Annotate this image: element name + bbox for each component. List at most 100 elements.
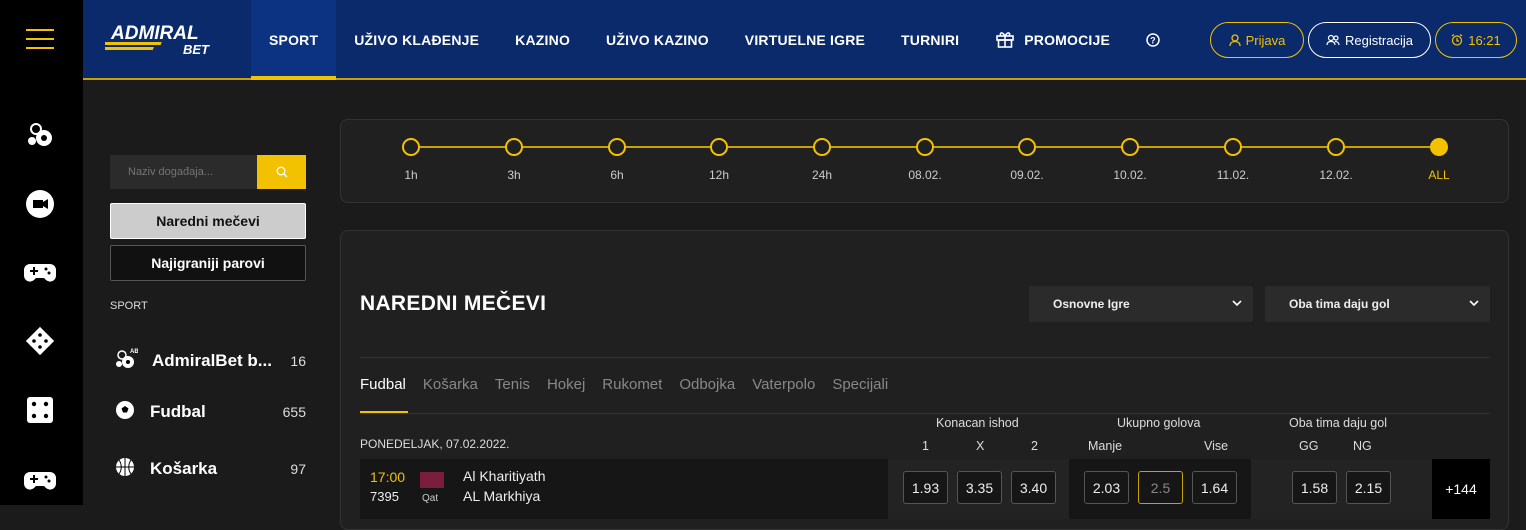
nav-promotions[interactable]: PROMOCIJE [977, 0, 1128, 80]
tab-tenis[interactable]: Tenis [495, 376, 530, 393]
tab-kosarka[interactable]: Košarka [423, 376, 478, 393]
timeline-node-all[interactable] [1430, 138, 1448, 156]
tab-fudbal[interactable]: Fudbal [360, 376, 406, 393]
odd-total-line: 2.5 [1138, 471, 1183, 504]
match-code: 7395 [370, 489, 399, 504]
timeline-node-1002[interactable] [1121, 138, 1139, 156]
match-time: 17:00 [370, 469, 406, 485]
sport-name: AdmiralBet b... [152, 351, 272, 370]
admiralbet-logo[interactable]: ADMIRAL BET [94, 22, 235, 58]
column-header: NG [1353, 439, 1372, 453]
sports-balls-icon[interactable] [22, 117, 58, 153]
timeline-node-3h[interactable] [505, 138, 523, 156]
login-button[interactable]: Prijava [1210, 22, 1304, 58]
timeline-node-12h[interactable] [710, 138, 728, 156]
nav-live-betting[interactable]: UŽIVO KLAĐENJE [336, 0, 497, 80]
timeline-node-24h[interactable] [813, 138, 831, 156]
nav-live-casino[interactable]: UŽIVO KAZINO [588, 0, 727, 80]
timeline-node-6h[interactable] [608, 138, 626, 156]
odd-ng[interactable]: 2.15 [1346, 471, 1391, 504]
basketball-icon [114, 456, 136, 483]
tab-vaterpolo[interactable]: Vaterpolo [752, 376, 815, 393]
timeline-label[interactable]: 3h [484, 168, 544, 182]
sport-count: 16 [290, 353, 306, 369]
tab-hokej[interactable]: Hokej [547, 376, 585, 393]
sport-count: 655 [282, 404, 306, 420]
register-label: Registracija [1345, 32, 1413, 48]
timeline-node-1202[interactable] [1327, 138, 1345, 156]
odds-group-bg [1251, 459, 1432, 519]
timeline-label-selected[interactable]: ALL [1409, 168, 1469, 182]
timeline-label[interactable]: 11.02. [1203, 168, 1263, 182]
timeline-label[interactable]: 10.02. [1100, 168, 1160, 182]
page-title: NAREDNI MEČEVI [360, 292, 547, 315]
help-icon[interactable]: ? [1128, 0, 1178, 80]
home-team: Al Kharitiyath [463, 468, 546, 484]
timeline-label[interactable]: 12h [689, 168, 749, 182]
qatar-flag-icon [420, 472, 444, 488]
divider [360, 357, 1490, 358]
nav-sport[interactable]: SPORT [251, 0, 337, 80]
nav-casino[interactable]: KAZINO [497, 0, 588, 80]
nav-promotions-label: PROMOCIJE [1024, 32, 1111, 48]
sport-item-kosarka[interactable]: Košarka 97 [114, 454, 310, 484]
tab-rukomet[interactable]: Rukomet [602, 376, 662, 393]
match-row[interactable]: 17:00 7395 Qat Al Kharitiyath AL Markhiy… [360, 459, 1490, 519]
odd-gg[interactable]: 1.58 [1292, 471, 1337, 504]
admiralbet-balls-icon: AB [114, 347, 139, 376]
sport-item-fudbal[interactable]: Fudbal 655 [114, 397, 310, 427]
odd-over[interactable]: 1.64 [1192, 471, 1237, 504]
svg-text:BET: BET [183, 42, 210, 57]
time-filter-timeline: 1h 3h 6h 12h 24h 08.02. 09.02. 10.02. 11… [340, 119, 1509, 203]
diamond-dice-icon[interactable] [22, 323, 58, 359]
timeline-node-1h[interactable] [402, 138, 420, 156]
nav-virtual-games[interactable]: VIRTUELNE IGRE [727, 0, 883, 80]
sport-item-admiralbet[interactable]: AB AdmiralBet b... 16 [114, 346, 310, 376]
sport-tabs: Fudbal Košarka Tenis Hokej Rukomet Odboj… [360, 376, 888, 393]
timeline-label[interactable]: 08.02. [895, 168, 955, 182]
timeline-node-1102[interactable] [1224, 138, 1242, 156]
timeline-node-0902[interactable] [1018, 138, 1036, 156]
upcoming-matches-panel: NAREDNI MEČEVI Osnovne Igre Oba tima daj… [340, 230, 1509, 530]
market-select-value: Osnovne Igre [1053, 297, 1130, 311]
live-camera-icon[interactable] [22, 186, 58, 222]
sport-name: Košarka [150, 459, 218, 478]
most-played-button[interactable]: Najigraniji parovi [110, 245, 306, 281]
odd-x[interactable]: 3.35 [957, 471, 1002, 504]
timeline-label[interactable]: 12.02. [1306, 168, 1366, 182]
user-icon [1228, 33, 1241, 46]
odd-2[interactable]: 3.40 [1011, 471, 1056, 504]
register-button[interactable]: Registracija [1308, 22, 1431, 58]
tab-specijali[interactable]: Specijali [832, 376, 888, 393]
gamepad-icon[interactable] [22, 462, 58, 498]
hamburger-icon[interactable] [26, 29, 54, 56]
timeline-label[interactable]: 09.02. [997, 168, 1057, 182]
sport-name: Fudbal [150, 402, 206, 421]
group-header: Konacan ishod [936, 416, 1019, 430]
away-team: AL Markhiya [463, 488, 541, 504]
timeline-label[interactable]: 1h [381, 168, 441, 182]
timeline-label[interactable]: 24h [792, 168, 852, 182]
nav-tournaments[interactable]: TURNIRI [883, 0, 977, 80]
event-search-input[interactable] [110, 155, 257, 189]
more-markets-button[interactable]: +144 [1432, 459, 1490, 519]
odd-under[interactable]: 2.03 [1084, 471, 1129, 504]
divider [360, 413, 1490, 414]
dice-icon[interactable] [22, 392, 58, 428]
gift-icon [995, 29, 1015, 52]
column-header: 1 [922, 439, 929, 453]
timeline-label[interactable]: 6h [587, 168, 647, 182]
odd-1[interactable]: 1.93 [903, 471, 948, 504]
svg-text:?: ? [1150, 36, 1156, 46]
search-button[interactable] [257, 155, 306, 189]
soccer-ball-icon [114, 399, 136, 426]
timeline-node-0802[interactable] [916, 138, 934, 156]
upcoming-matches-button[interactable]: Naredni mečevi [110, 203, 306, 239]
tab-odbojka[interactable]: Odbojka [679, 376, 735, 393]
clock-button[interactable]: 16:21 [1435, 22, 1517, 58]
chevron-down-icon [1231, 297, 1243, 312]
market-select-primary[interactable]: Osnovne Igre [1029, 286, 1253, 322]
market-select-secondary[interactable]: Oba tima daju gol [1265, 286, 1490, 322]
column-header: X [976, 439, 985, 453]
gamepad-icon[interactable] [22, 254, 58, 290]
